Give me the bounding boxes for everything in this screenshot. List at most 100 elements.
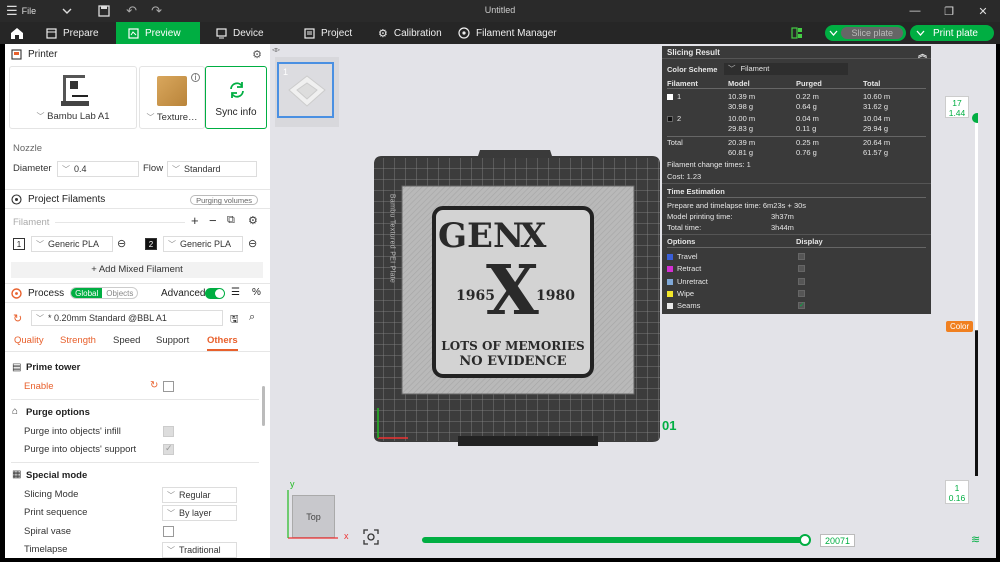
row-total-length: 10.04 m: [863, 114, 891, 123]
search-icon[interactable]: ⌕: [249, 311, 255, 324]
file-dropdown-chevron-icon[interactable]: [56, 0, 78, 22]
option-display-checkbox[interactable]: [798, 265, 805, 273]
list-view-icon[interactable]: ☰: [231, 287, 240, 298]
enable-reset-icon[interactable]: ↻: [150, 380, 158, 391]
filaments-section-title: Project Filaments: [28, 193, 106, 205]
redo-icon[interactable]: ↷: [145, 0, 168, 22]
filament-2-remove-icon[interactable]: ⊖: [248, 237, 257, 250]
timelapse-select[interactable]: ﹀ Traditional: [162, 542, 237, 558]
move-slider-handle[interactable]: [799, 534, 811, 546]
plate-name: Texture…: [156, 112, 198, 123]
prepare-icon: [46, 27, 57, 39]
printer-card[interactable]: ﹀ Bambu Lab A1: [9, 66, 137, 129]
info-icon[interactable]: i: [191, 73, 200, 82]
option-color-swatch: [667, 266, 673, 273]
print-button-label: Print plate: [932, 27, 978, 39]
option-display-checkbox[interactable]: ✓: [798, 302, 805, 310]
layer-top-handle[interactable]: [972, 113, 978, 123]
file-menu[interactable]: ☰ File: [0, 0, 42, 22]
slice-button[interactable]: Slice plate: [825, 25, 906, 41]
sync-info-label: Sync info: [215, 107, 257, 118]
row-filament: Total: [667, 138, 683, 147]
add-mixed-filament-button[interactable]: + Add Mixed Filament: [11, 262, 263, 278]
percent-icon[interactable]: %: [252, 287, 261, 298]
purging-volumes-button[interactable]: Purging volumes: [190, 195, 258, 205]
tab-support[interactable]: Support: [156, 335, 189, 346]
filament-2-select[interactable]: ﹀ Generic PLA: [163, 236, 243, 252]
printer-icon: [11, 48, 22, 60]
option-label: Unretract: [677, 276, 708, 286]
design-line-memories: LOTS OF MEMORIES: [441, 339, 585, 353]
process-preset-select[interactable]: ﹀ * 0.20mm Standard @BBL A1: [31, 310, 223, 326]
tab-device[interactable]: Device: [200, 22, 288, 44]
tab-others[interactable]: Others: [207, 335, 238, 351]
layer-bottom-number: 1: [954, 483, 960, 493]
preset-reset-icon[interactable]: ↻: [13, 312, 22, 325]
settings-scrollbar[interactable]: [262, 386, 265, 426]
sync-info-button[interactable]: Sync info: [205, 66, 267, 129]
filament-1-select[interactable]: ﹀ Generic PLA: [31, 236, 113, 252]
tab-calibration[interactable]: ⚙ Calibration: [366, 22, 446, 44]
title-bar: ☰ File ↶ ↷ Untitled — ❐ ✕: [0, 0, 1000, 22]
close-icon[interactable]: ✕: [966, 0, 1000, 22]
tab-quality[interactable]: Quality: [14, 335, 44, 346]
print-button[interactable]: Print plate: [909, 25, 994, 41]
save-preset-icon[interactable]: 🖫: [230, 312, 239, 329]
purge-support-checkbox[interactable]: ✓: [163, 443, 174, 455]
tab-filament-manager[interactable]: Filament Manager: [446, 22, 569, 44]
tab-project[interactable]: Project: [288, 22, 366, 44]
filament-settings-gear-icon[interactable]: ⚙: [248, 214, 258, 227]
maximize-icon[interactable]: ❐: [932, 0, 966, 22]
tab-speed[interactable]: Speed: [113, 335, 140, 346]
diameter-select[interactable]: ﹀ 0.4: [57, 161, 139, 177]
filament-sync-icon[interactable]: ⧉: [227, 214, 235, 227]
filament-change-times: Filament change times: 1: [667, 160, 751, 169]
add-filament-icon[interactable]: +: [191, 213, 199, 228]
filament-spool-icon: [11, 193, 22, 205]
collapse-sidebar-icon[interactable]: ◃▹: [272, 45, 280, 54]
project-icon: [304, 27, 315, 39]
print-sequence-select[interactable]: ﹀ By layer: [162, 505, 237, 521]
tab-preview[interactable]: Preview: [116, 22, 200, 44]
remove-filament-icon[interactable]: −: [209, 213, 217, 228]
chevron-down-icon: ﹀: [728, 64, 736, 73]
color-tag[interactable]: Color: [946, 321, 974, 332]
global-option[interactable]: Global: [71, 288, 103, 298]
objects-option[interactable]: Objects: [102, 288, 137, 298]
purge-infill-checkbox[interactable]: [163, 426, 174, 437]
layers-icon[interactable]: ≋: [971, 533, 980, 546]
printer-settings-gear-icon[interactable]: ⚙: [252, 48, 262, 61]
fit-view-icon[interactable]: [362, 528, 380, 546]
process-preset-value: * 0.20mm Standard @BBL A1: [48, 313, 167, 323]
purge-infill-label: Purge into objects' infill: [24, 426, 121, 437]
tab-strength[interactable]: Strength: [60, 335, 96, 346]
advanced-switch[interactable]: [205, 288, 225, 299]
home-icon[interactable]: [0, 22, 34, 44]
option-display-checkbox[interactable]: [798, 289, 805, 297]
prime-tower-icon: ▤: [12, 362, 22, 373]
spiral-vase-checkbox[interactable]: [163, 526, 174, 537]
option-display-checkbox[interactable]: [798, 253, 805, 260]
minimize-icon[interactable]: —: [898, 0, 932, 22]
undo-icon[interactable]: ↶: [120, 0, 143, 22]
enable-prime-tower-checkbox[interactable]: [163, 381, 174, 392]
flow-select[interactable]: ﹀ Standard: [167, 161, 257, 177]
chevron-down-icon: ﹀: [167, 490, 175, 500]
filament-1-remove-icon[interactable]: ⊖: [117, 237, 126, 250]
option-display-checkbox[interactable]: [798, 277, 805, 285]
collapse-panel-icon[interactable]: ︽: [918, 47, 927, 60]
color-scheme-select[interactable]: ﹀ Filament: [724, 63, 848, 75]
filament-color-swatch: [667, 94, 673, 100]
plate-layout-icon[interactable]: [791, 27, 805, 39]
layer-slider[interactable]: [970, 110, 978, 476]
print-dropdown-icon: [916, 30, 925, 36]
slicing-mode-select[interactable]: ﹀ Regular: [162, 487, 237, 503]
plate-card[interactable]: i ﹀ Texture…: [139, 66, 205, 129]
tab-prepare[interactable]: Prepare: [34, 22, 116, 44]
move-slider[interactable]: [420, 534, 815, 546]
save-icon[interactable]: [92, 0, 116, 22]
display-label: Display: [796, 237, 823, 246]
plate-thumbnail[interactable]: 1: [277, 62, 334, 118]
global-toggle[interactable]: Global Objects: [70, 287, 139, 299]
chevron-down-icon: ﹀: [168, 239, 176, 249]
